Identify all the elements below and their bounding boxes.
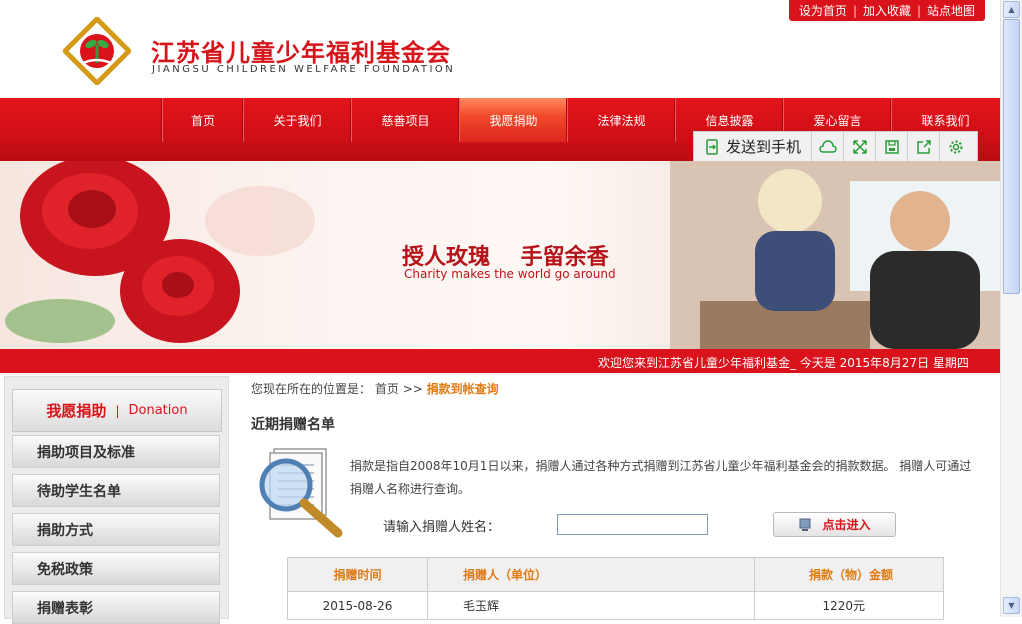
top-links: 设为首页 | 加入收藏 | 站点地图 [789, 0, 985, 21]
fullscreen-button[interactable] [844, 132, 877, 161]
sidebar-heading-sep: | [115, 403, 120, 418]
welcome-text: 欢迎您来到江苏省儿童少年福利基金_ 今天是 2015年8月27日 星期四 [598, 356, 969, 370]
nav-about[interactable]: 关于我们 [243, 98, 351, 142]
sidebar-heading-en: Donation [128, 403, 188, 418]
settings-icon [949, 140, 963, 153]
banner-subtitle: Charity makes the world go around [404, 267, 616, 281]
divider: | [917, 3, 922, 18]
cloud-button[interactable] [812, 132, 845, 161]
sidebar-heading: 我愿捐助 | Donation [12, 389, 222, 432]
table-row: 2015-08-26 毛玉辉 1220元 [287, 591, 944, 620]
send-to-phone-label: 发送到手机 [726, 138, 802, 156]
child-photo [670, 161, 1000, 349]
sitemap-link[interactable]: 站点地图 [921, 2, 981, 19]
nav-projects[interactable]: 慈善项目 [351, 98, 459, 142]
breadcrumb-current: 捐款到帐查询 [426, 382, 499, 396]
donor-name-label: 请输入捐赠人姓名： [383, 520, 501, 535]
welcome-bar: 欢迎您来到江苏省儿童少年福利基金_ 今天是 2015年8月27日 星期四 [0, 349, 1000, 373]
sidebar-item-honors[interactable]: 捐赠表彰 [12, 591, 220, 624]
table-header-row: 捐赠时间 捐赠人（单位） 捐款（物）金额 [287, 557, 944, 592]
scroll-up-button[interactable]: ▲ [1003, 1, 1020, 18]
sidebar-item-methods[interactable]: 捐助方式 [12, 513, 220, 546]
expand-icon [852, 139, 867, 154]
nav-home[interactable]: 首页 [162, 98, 243, 142]
monitor-icon [799, 518, 811, 531]
query-description: 捐款是指自2008年10月1日以来，捐赠人通过各种方式捐赠到江苏省儿童少年福利基… [350, 459, 972, 496]
sidebar-item-tax[interactable]: 免税政策 [12, 552, 220, 585]
divider: | [852, 3, 857, 18]
nav-laws[interactable]: 法律法规 [567, 98, 675, 142]
vertical-scrollbar[interactable]: ▲ ▼ [1000, 0, 1022, 617]
breadcrumb-prefix: 您现在所在的位置是： [251, 382, 372, 396]
nav-donate[interactable]: 我愿捐助 [459, 98, 567, 142]
row-amount: 1220元 [754, 591, 944, 620]
page-title: 近期捐赠名单 [251, 417, 335, 433]
share-button[interactable] [908, 132, 941, 161]
row-date: 2015-08-26 [287, 591, 428, 620]
rose-illustration [5, 161, 315, 343]
settings-button[interactable] [940, 132, 971, 161]
hero-banner: 授人玫瑰 手留余香 Charity makes the world go aro… [0, 161, 1000, 349]
sidebar-item-students[interactable]: 待助学生名单 [12, 474, 220, 507]
row-donor: 毛玉辉 [427, 591, 755, 620]
send-toolbar: 发送到手机 [693, 131, 978, 162]
breadcrumb-sep: >> [402, 382, 423, 396]
breadcrumb-home[interactable]: 首页 [375, 382, 399, 396]
search-document-icon [259, 448, 343, 538]
sidebar-item-projects[interactable]: 捐助项目及标准 [12, 435, 220, 468]
search-submit-button[interactable]: 点击进入 [773, 512, 896, 537]
add-favorite-link[interactable]: 加入收藏 [857, 2, 917, 19]
share-icon [916, 139, 931, 154]
scroll-down-button[interactable]: ▼ [1003, 597, 1020, 614]
cloud-icon [818, 139, 837, 153]
sidebar: 我愿捐助 | Donation 捐助项目及标准 待助学生名单 捐助方式 免税政策… [4, 376, 229, 624]
logo-title-cn: 江苏省儿童少年福利基金会 [151, 39, 451, 67]
breadcrumb: 您现在所在的位置是： 首页 >> 捐款到帐查询 [251, 380, 499, 397]
search-submit-label: 点击进入 [822, 518, 871, 532]
scroll-thumb[interactable] [1003, 19, 1020, 294]
donation-table: 捐赠时间 捐赠人（单位） 捐款（物）金额 2015-08-26 毛玉辉 1220… [287, 557, 944, 620]
send-to-phone-button[interactable]: 发送到手机 [694, 132, 813, 161]
set-homepage-link[interactable]: 设为首页 [793, 2, 853, 19]
col-amount: 捐款（物）金额 [754, 557, 944, 592]
col-donor: 捐赠人（单位） [427, 557, 755, 592]
col-date: 捐赠时间 [287, 557, 428, 592]
send-phone-icon [706, 138, 718, 155]
donor-name-input[interactable] [557, 514, 708, 535]
save-button[interactable] [876, 132, 909, 161]
logo-emblem[interactable] [63, 17, 131, 85]
logo-title-en: JIANGSU CHILDREN WELFARE FOUNDATION [152, 64, 456, 75]
sidebar-heading-cn: 我愿捐助 [46, 402, 107, 420]
save-icon [884, 139, 899, 154]
